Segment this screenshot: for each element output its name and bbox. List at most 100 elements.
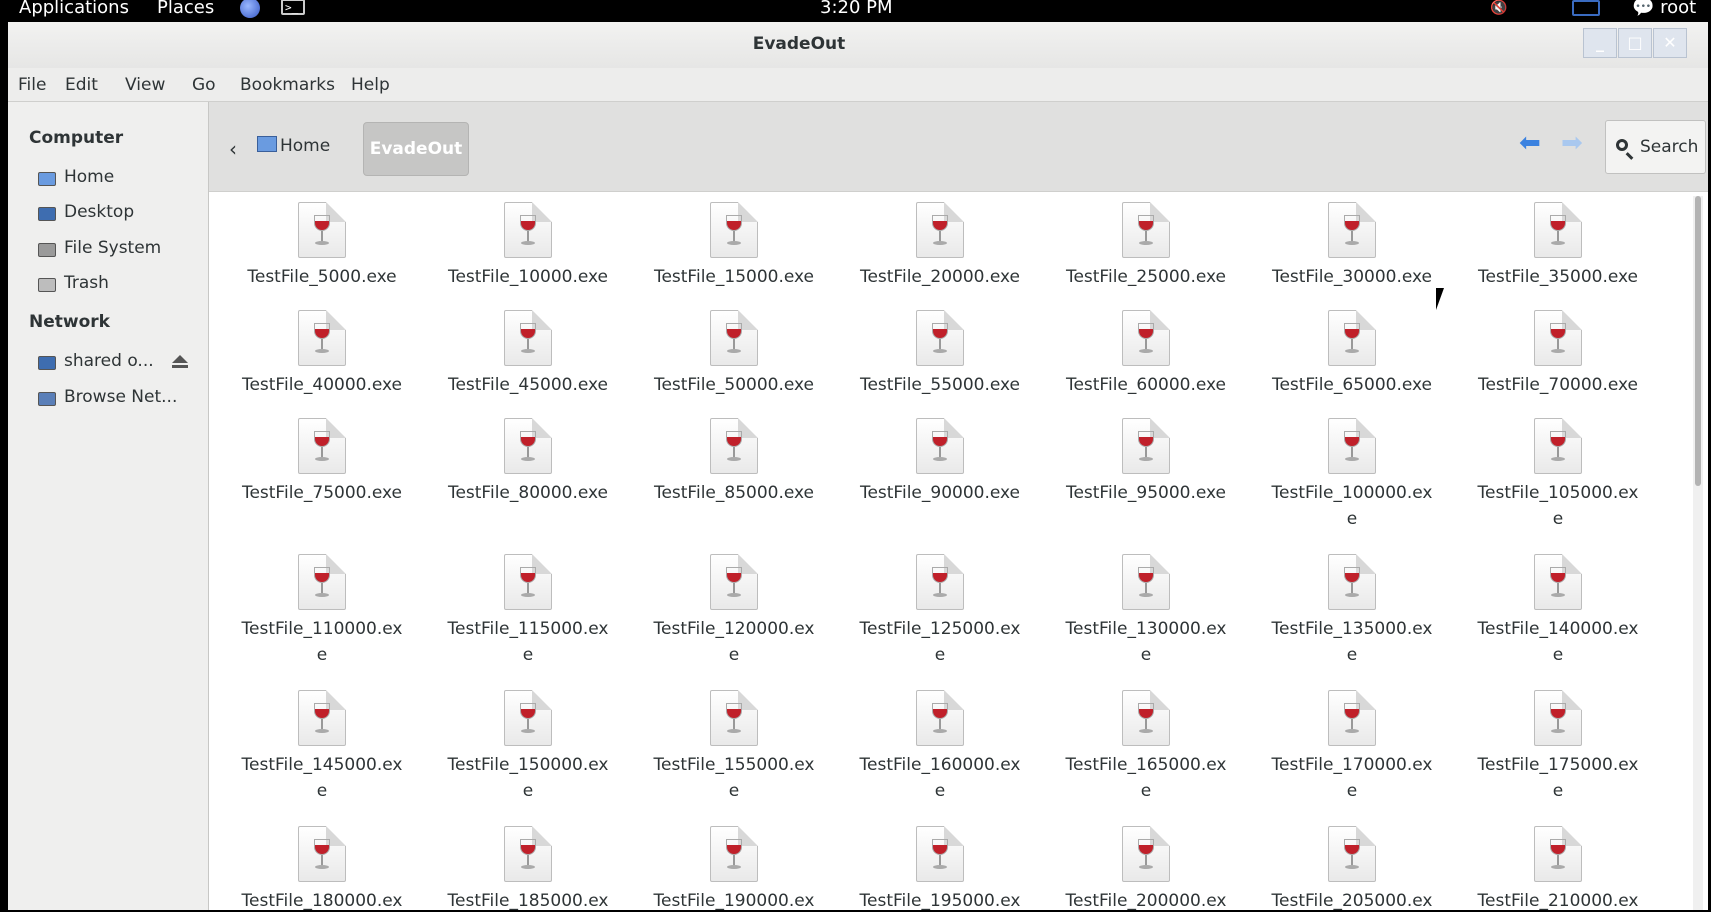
file-name: TestFile_185000.exe [447,891,609,910]
file-name: TestFile_160000.exe [859,755,1021,801]
wine-executable-icon [710,554,758,610]
menu-edit[interactable]: Edit [65,75,98,95]
sidebar-item-shared[interactable]: shared o... [38,351,208,377]
breadcrumb-current[interactable]: EvadeOut [363,122,469,176]
file-item[interactable]: TestFile_190000.exe [631,826,837,910]
menu-help[interactable]: Help [351,75,390,95]
sidebar-item-home[interactable]: Home [38,167,208,193]
close-button[interactable]: ✕ [1653,28,1687,58]
browser-launcher-icon[interactable] [240,0,260,18]
file-item[interactable]: TestFile_175000.exe [1455,690,1661,808]
wine-executable-icon [298,690,346,746]
menu-view[interactable]: View [125,75,165,95]
file-name: TestFile_30000.exe [1271,267,1433,287]
back-arrow-icon[interactable]: ⬅ [1519,130,1547,156]
menu-file[interactable]: File [18,75,46,95]
sidebar-item-file-system[interactable]: File System [38,238,208,264]
terminal-launcher-icon[interactable]: >_ [281,0,305,15]
sidebar-item-desktop[interactable]: Desktop [38,202,208,228]
forward-arrow-icon[interactable]: ➡ [1561,130,1589,156]
file-item[interactable]: TestFile_80000.exe [425,418,631,536]
minimize-button[interactable]: _ [1583,28,1617,58]
menu-go[interactable]: Go [192,75,216,95]
file-view[interactable]: TestFile_5000.exe TestFile_10000.exe TestF… [209,192,1708,910]
file-item[interactable]: TestFile_210000.exe [1455,826,1661,910]
path-back-chevron-icon[interactable]: ‹ [229,137,237,161]
file-item[interactable]: TestFile_100000.exe [1249,418,1455,536]
file-item[interactable]: TestFile_45000.exe [425,310,631,400]
breadcrumb-home[interactable]: Home [257,136,330,156]
places-menu[interactable]: Places [157,0,214,18]
vertical-scrollbar[interactable] [1693,196,1703,910]
file-item[interactable]: TestFile_15000.exe [631,202,837,292]
wine-executable-icon [1122,310,1170,366]
file-item[interactable]: TestFile_160000.exe [837,690,1043,808]
file-item[interactable]: TestFile_110000.exe [219,554,425,672]
file-item[interactable]: TestFile_90000.exe [837,418,1043,536]
wine-executable-icon [1534,826,1582,882]
network-share-icon [38,356,56,370]
file-item[interactable]: TestFile_170000.exe [1249,690,1455,808]
wine-executable-icon [1328,690,1376,746]
file-item[interactable]: TestFile_155000.exe [631,690,837,808]
file-item[interactable]: TestFile_105000.exe [1455,418,1661,536]
eject-icon[interactable] [172,355,188,368]
network-status-icon[interactable] [1572,0,1600,16]
file-item[interactable]: TestFile_165000.exe [1043,690,1249,808]
user-menu[interactable]: 💬 root [1632,0,1696,18]
file-name: TestFile_10000.exe [447,267,609,287]
wine-executable-icon [916,202,964,258]
file-item[interactable]: TestFile_10000.exe [425,202,631,292]
file-item[interactable]: TestFile_20000.exe [837,202,1043,292]
file-name: TestFile_120000.exe [653,619,815,665]
wine-executable-icon [1328,418,1376,474]
network-browse-icon [38,392,56,406]
wine-executable-icon [1122,690,1170,746]
file-item[interactable]: TestFile_40000.exe [219,310,425,400]
wine-executable-icon [504,554,552,610]
file-item[interactable]: TestFile_140000.exe [1455,554,1661,672]
file-item[interactable]: TestFile_30000.exe [1249,202,1455,292]
wine-executable-icon [1534,310,1582,366]
file-item[interactable]: TestFile_205000.exe [1249,826,1455,910]
volume-muted-icon[interactable]: 🔇 [1490,0,1514,18]
file-item[interactable]: TestFile_75000.exe [219,418,425,536]
file-item[interactable]: TestFile_185000.exe [425,826,631,910]
menu-bookmarks[interactable]: Bookmarks [240,75,335,95]
file-item[interactable]: TestFile_25000.exe [1043,202,1249,292]
file-item[interactable]: TestFile_195000.exe [837,826,1043,910]
file-name: TestFile_165000.exe [1065,755,1227,801]
wine-executable-icon [710,690,758,746]
sidebar-item-trash[interactable]: Trash [38,273,208,299]
file-item[interactable]: TestFile_60000.exe [1043,310,1249,400]
maximize-button[interactable]: □ [1618,28,1652,58]
file-item[interactable]: TestFile_55000.exe [837,310,1043,400]
file-item[interactable]: TestFile_130000.exe [1043,554,1249,672]
file-item[interactable]: TestFile_95000.exe [1043,418,1249,536]
file-item[interactable]: TestFile_125000.exe [837,554,1043,672]
file-item[interactable]: TestFile_70000.exe [1455,310,1661,400]
file-item[interactable]: TestFile_145000.exe [219,690,425,808]
file-item[interactable]: TestFile_50000.exe [631,310,837,400]
file-item[interactable]: TestFile_5000.exe [219,202,425,292]
search-button[interactable]: Search [1605,120,1706,174]
file-name: TestFile_85000.exe [653,483,815,503]
file-item[interactable]: TestFile_150000.exe [425,690,631,808]
home-folder-icon [257,136,277,152]
applications-menu[interactable]: Applications [19,0,129,18]
desktop-icon [38,207,56,221]
file-item[interactable]: TestFile_35000.exe [1455,202,1661,292]
file-name: TestFile_25000.exe [1065,267,1227,287]
file-item[interactable]: TestFile_200000.exe [1043,826,1249,910]
file-item[interactable]: TestFile_120000.exe [631,554,837,672]
file-item[interactable]: TestFile_180000.exe [219,826,425,910]
file-name: TestFile_170000.exe [1271,755,1433,801]
clock[interactable]: 3:20 PM [820,0,893,18]
file-item[interactable]: TestFile_85000.exe [631,418,837,536]
file-item[interactable]: TestFile_65000.exe [1249,310,1455,400]
file-item[interactable]: TestFile_115000.exe [425,554,631,672]
title-bar[interactable]: EvadeOut _ □ ✕ [8,22,1708,68]
file-item[interactable]: TestFile_135000.exe [1249,554,1455,672]
sidebar-item-browse-network[interactable]: Browse Net... [38,387,208,413]
scrollbar-thumb[interactable] [1695,196,1701,486]
